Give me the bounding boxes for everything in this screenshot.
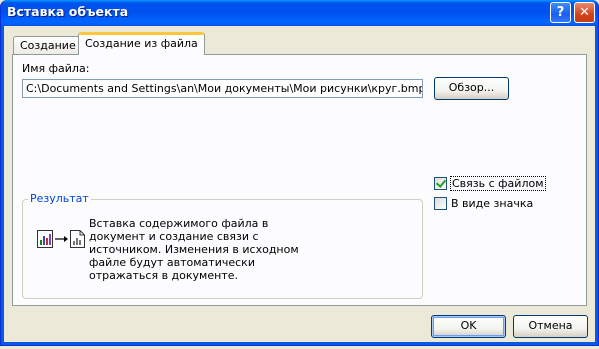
link-to-file-label: Связь с файлом: [450, 176, 546, 191]
help-button[interactable]: ?: [550, 2, 571, 23]
display-as-icon-option[interactable]: В виде значка: [434, 197, 533, 210]
tab-panel: Имя файла: C:\Documents and Settings\an\…: [12, 54, 587, 306]
result-description: Вставка содержимого файла в документ и с…: [89, 217, 299, 282]
cancel-button[interactable]: Отмена: [513, 315, 588, 338]
link-to-file-option[interactable]: Связь с файлом: [434, 176, 546, 191]
tab-create-label: Создание: [20, 39, 76, 52]
dialog-window: Вставка объекта ? ✕ Создание Создание из…: [0, 0, 599, 346]
link-to-file-checkbox[interactable]: [434, 177, 447, 190]
display-as-icon-label: В виде значка: [451, 197, 534, 210]
title-bar[interactable]: Вставка объекта ? ✕: [1, 0, 598, 26]
result-group: Результат Вставка содержимого файла в до…: [22, 192, 423, 299]
checkmark-icon: [435, 177, 447, 188]
file-name-input[interactable]: C:\Documents and Settings\an\Мои докумен…: [22, 79, 423, 98]
tab-create-from-file-label: Создание из файла: [85, 37, 198, 50]
dialog-client-area: Создание Создание из файла Имя файла: C:…: [4, 26, 595, 342]
tab-create-from-file[interactable]: Создание из файла: [78, 32, 205, 55]
file-name-label: Имя файла:: [22, 62, 90, 75]
ok-button[interactable]: OK: [431, 315, 506, 338]
dialog-title: Вставка объекта: [7, 4, 129, 19]
result-legend: Результат: [28, 192, 91, 205]
close-button[interactable]: ✕: [574, 2, 595, 23]
linked-object-icon: [37, 230, 85, 248]
browse-button[interactable]: Обзор...: [434, 77, 509, 100]
display-as-icon-checkbox[interactable]: [434, 197, 447, 210]
tab-create[interactable]: Создание: [13, 36, 83, 54]
